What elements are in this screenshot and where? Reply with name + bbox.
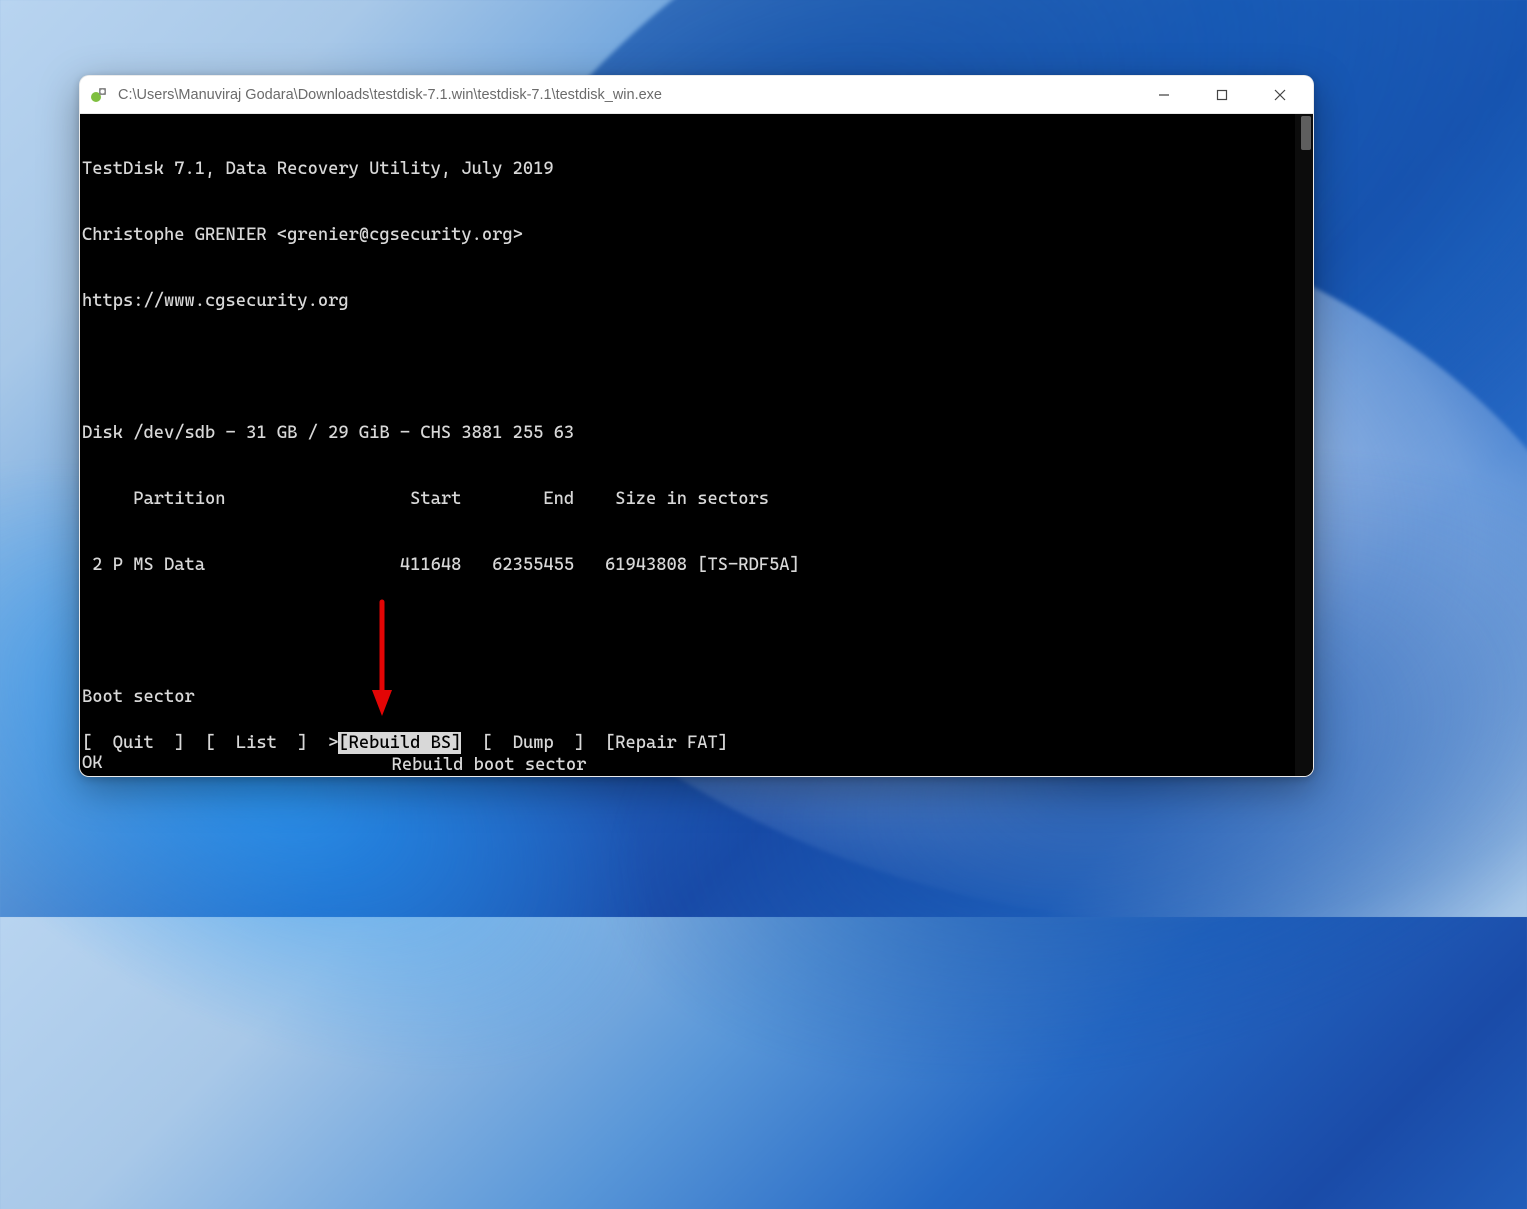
maximize-button[interactable] <box>1193 76 1251 113</box>
app-icon <box>90 86 108 104</box>
terminal-line: Boot sector <box>80 686 1295 708</box>
menu-gap <box>461 732 482 754</box>
window-titlebar[interactable]: C:\Users\Manuviraj Godara\Downloads\test… <box>80 76 1313 114</box>
terminal-line: Disk /dev/sdb - 31 GB / 29 GiB - CHS 388… <box>80 422 1295 444</box>
terminal-line <box>80 620 1295 642</box>
close-button[interactable] <box>1251 76 1309 113</box>
window-controls <box>1135 76 1309 113</box>
terminal-area[interactable]: TestDisk 7.1, Data Recovery Utility, Jul… <box>80 114 1313 776</box>
menu-repair-fat[interactable]: [Repair FAT] <box>605 732 728 754</box>
terminal-line: Partition Start End Size in sectors <box>80 488 1295 510</box>
scrollbar-thumb[interactable] <box>1301 116 1311 150</box>
terminal-line: Christophe GRENIER <grenier@cgsecurity.o… <box>80 224 1295 246</box>
terminal-line <box>80 356 1295 378</box>
menu-dump[interactable]: [ Dump ] <box>482 732 585 754</box>
menu-gap <box>585 732 606 754</box>
terminal-line: 2 P MS Data 411648 62355455 61943808 [TS… <box>80 554 1295 576</box>
menu-cursor: > <box>328 732 338 754</box>
terminal-line: TestDisk 7.1, Data Recovery Utility, Jul… <box>80 158 1295 180</box>
menu-quit[interactable]: [ Quit ] <box>82 732 185 754</box>
terminal-line: https://www.cgsecurity.org <box>80 290 1295 312</box>
terminal-scrollbar[interactable] <box>1295 114 1313 776</box>
window-title: C:\Users\Manuviraj Godara\Downloads\test… <box>118 87 1135 103</box>
menu-list[interactable]: [ List ] <box>205 732 308 754</box>
terminal-menu: [ Quit ] [ List ] > [Rebuild BS] [ Dump … <box>82 732 728 754</box>
menu-gap <box>185 732 206 754</box>
menu-hint: Rebuild boot sector <box>82 754 586 776</box>
menu-rebuild-bs[interactable]: [Rebuild BS] <box>338 732 461 754</box>
terminal-content: TestDisk 7.1, Data Recovery Utility, Jul… <box>80 114 1295 776</box>
console-window: C:\Users\Manuviraj Godara\Downloads\test… <box>79 75 1314 777</box>
menu-gap <box>308 732 329 754</box>
minimize-button[interactable] <box>1135 76 1193 113</box>
